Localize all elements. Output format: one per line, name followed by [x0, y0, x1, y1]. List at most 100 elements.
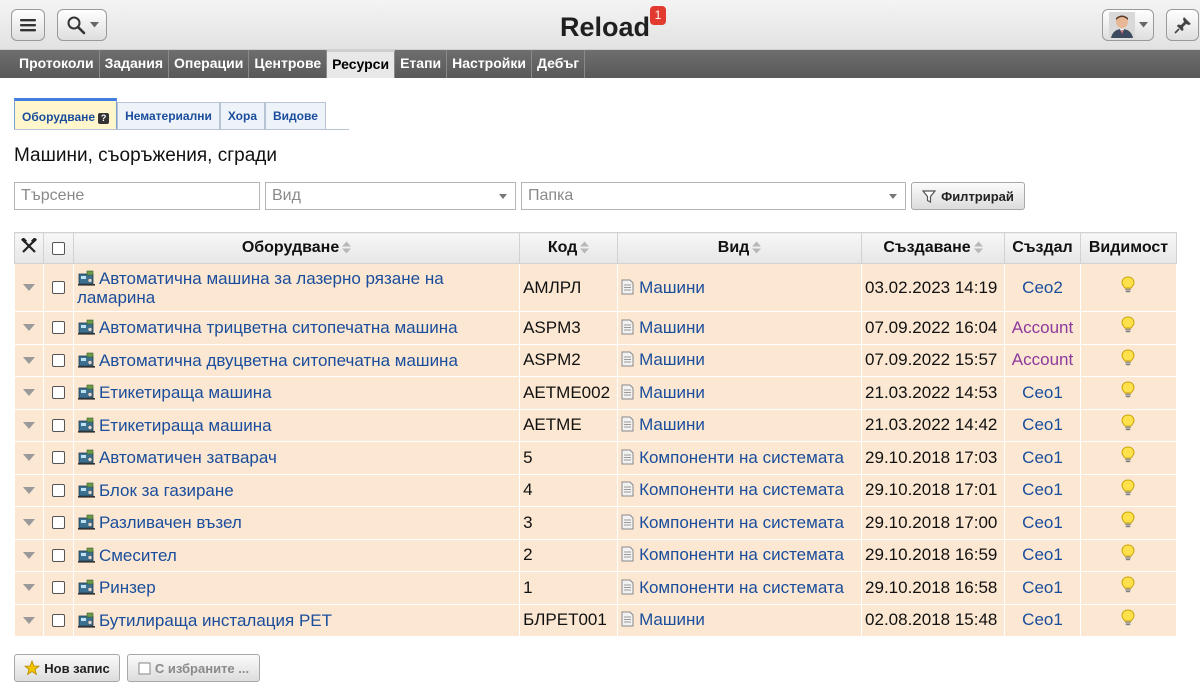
row-checkbox[interactable] — [51, 321, 65, 335]
type-link[interactable]: Компоненти на системата — [639, 578, 844, 597]
equipment-link[interactable]: Смесител — [99, 546, 177, 565]
row-menu-cell[interactable] — [14, 571, 44, 605]
filter-button[interactable]: Филтрирай — [911, 182, 1025, 210]
subtab-intangible[interactable]: Нематериални — [117, 102, 220, 130]
type-link[interactable]: Компоненти на системата — [639, 448, 844, 467]
row-menu-cell[interactable] — [14, 538, 44, 572]
equipment-link[interactable]: Етикетираща машина — [99, 416, 272, 435]
created-by-link[interactable]: Ceo1 — [1022, 383, 1063, 402]
lightbulb-icon[interactable] — [1120, 349, 1136, 367]
subtab-equipment[interactable]: Оборудване? — [14, 98, 118, 130]
row-menu-arrow-icon[interactable] — [22, 324, 35, 332]
row-checkbox[interactable] — [51, 386, 65, 400]
table-row[interactable]: Ринзер 1 Компоненти на системата 29.10.2018… — [14, 571, 1178, 605]
row-menu-cell[interactable] — [14, 506, 44, 540]
type-link[interactable]: Компоненти на системата — [639, 480, 844, 499]
equipment-link[interactable]: Автоматична машина за лазерно рязане на … — [77, 269, 444, 307]
table-row[interactable]: Автоматична трицветна ситопечатна машина… — [14, 311, 1178, 345]
table-row[interactable]: Автоматичен затварач 5 Компоненти на систе… — [14, 441, 1178, 475]
created-by-link[interactable]: Ceo1 — [1022, 545, 1063, 564]
table-row[interactable]: Блок за газиране 4 Компоненти на системата… — [14, 473, 1178, 507]
column-header-type[interactable]: Вид — [617, 232, 863, 264]
notification-badge[interactable]: 1 — [650, 6, 666, 25]
row-menu-arrow-icon[interactable] — [22, 584, 35, 592]
row-checkbox[interactable] — [51, 581, 65, 595]
search-button[interactable] — [57, 9, 107, 41]
equipment-link[interactable]: Блок за газиране — [99, 481, 234, 500]
nav-tab-tasks[interactable]: Задания — [100, 50, 170, 78]
row-menu-cell[interactable] — [14, 343, 44, 377]
row-checkbox[interactable] — [51, 548, 65, 562]
row-checkbox[interactable] — [51, 353, 65, 367]
row-checkbox[interactable] — [51, 281, 65, 294]
row-menu-cell[interactable] — [14, 473, 44, 507]
equipment-link[interactable]: Автоматичен затварач — [99, 448, 277, 467]
search-input[interactable] — [21, 183, 253, 209]
created-by-link[interactable]: Ceo1 — [1022, 578, 1063, 597]
created-by-link[interactable]: Account — [1012, 318, 1073, 337]
table-row[interactable]: Автоматична машина за лазерно рязане на … — [14, 263, 1178, 312]
equipment-link[interactable]: Автоматична двуцветна ситопечатна машина — [99, 351, 458, 370]
type-link[interactable]: Компоненти на системата — [639, 513, 844, 532]
created-by-link[interactable]: Ceo1 — [1022, 415, 1063, 434]
select-all-header[interactable] — [42, 232, 74, 264]
created-by-link[interactable]: Ceo2 — [1022, 278, 1063, 297]
lightbulb-icon[interactable] — [1120, 381, 1136, 399]
row-menu-cell[interactable] — [14, 603, 44, 637]
row-menu-cell[interactable] — [14, 441, 44, 475]
lightbulb-icon[interactable] — [1120, 576, 1136, 594]
nav-tab-debug[interactable]: Дебъг — [532, 50, 586, 78]
type-link[interactable]: Машини — [639, 350, 705, 369]
column-header-created[interactable]: Създаване — [861, 232, 1006, 264]
row-checkbox[interactable] — [51, 516, 65, 530]
lightbulb-icon[interactable] — [1120, 511, 1136, 529]
row-menu-arrow-icon[interactable] — [22, 486, 35, 494]
row-checkbox[interactable] — [51, 418, 65, 432]
row-checkbox[interactable] — [51, 613, 65, 627]
type-link[interactable]: Машини — [639, 383, 705, 402]
equipment-link[interactable]: Ринзер — [99, 578, 156, 597]
lightbulb-icon[interactable] — [1120, 276, 1136, 294]
row-menu-arrow-icon[interactable] — [22, 519, 35, 527]
new-record-button[interactable]: Нов запис — [14, 654, 120, 682]
created-by-link[interactable]: Ceo1 — [1022, 610, 1063, 629]
equipment-link[interactable]: Бутилираща инсталация PET — [99, 611, 332, 630]
type-link[interactable]: Машини — [639, 278, 705, 297]
nav-tab-operations[interactable]: Операции — [169, 50, 250, 78]
row-menu-arrow-icon[interactable] — [22, 284, 35, 291]
lightbulb-icon[interactable] — [1120, 414, 1136, 432]
table-row[interactable]: Смесител 2 Компоненти на системата 29.10.20… — [14, 538, 1178, 572]
nav-tab-stages[interactable]: Етапи — [395, 50, 448, 78]
table-row[interactable]: Етикетираща машина AETME002 Машини 21.03.20… — [14, 376, 1178, 410]
created-by-link[interactable]: Ceo1 — [1022, 513, 1063, 532]
type-link[interactable]: Машини — [639, 415, 705, 434]
table-row[interactable]: Етикетираща машина AETME Машини 21.03.2022 … — [14, 408, 1178, 442]
lightbulb-icon[interactable] — [1120, 609, 1136, 627]
row-menu-arrow-icon[interactable] — [22, 454, 35, 462]
row-menu-cell[interactable] — [14, 408, 44, 442]
equipment-link[interactable]: Автоматична трицветна ситопечатна машина — [99, 318, 458, 337]
with-selected-button[interactable]: С избраните ... — [127, 654, 260, 682]
pin-button[interactable] — [1166, 9, 1199, 41]
row-checkbox[interactable] — [51, 483, 65, 497]
menu-button[interactable] — [11, 9, 45, 41]
row-menu-arrow-icon[interactable] — [22, 356, 35, 364]
created-by-link[interactable]: Ceo1 — [1022, 448, 1063, 467]
created-by-link[interactable]: Ceo1 — [1022, 480, 1063, 499]
help-icon[interactable]: ? — [98, 113, 110, 124]
table-row[interactable]: Бутилираща инсталация PET БЛРЕТ001 Машини 0… — [14, 603, 1178, 637]
type-select[interactable]: Вид — [265, 182, 516, 210]
lightbulb-icon[interactable] — [1120, 316, 1136, 334]
nav-tab-protocols[interactable]: Протоколи — [14, 50, 100, 78]
type-link[interactable]: Машини — [639, 318, 705, 337]
lightbulb-icon[interactable] — [1120, 479, 1136, 497]
table-row[interactable]: Автоматична двуцветна ситопечатна машина… — [14, 343, 1178, 377]
row-menu-arrow-icon[interactable] — [22, 551, 35, 559]
column-header-code[interactable]: Код — [519, 232, 619, 264]
table-row[interactable]: Разливачен възел 3 Компоненти на системата… — [14, 506, 1178, 540]
tools-column-header[interactable] — [14, 232, 44, 264]
search-field[interactable] — [14, 182, 260, 210]
lightbulb-icon[interactable] — [1120, 544, 1136, 562]
lightbulb-icon[interactable] — [1120, 446, 1136, 464]
nav-tab-resources[interactable]: Ресурси — [327, 50, 396, 78]
